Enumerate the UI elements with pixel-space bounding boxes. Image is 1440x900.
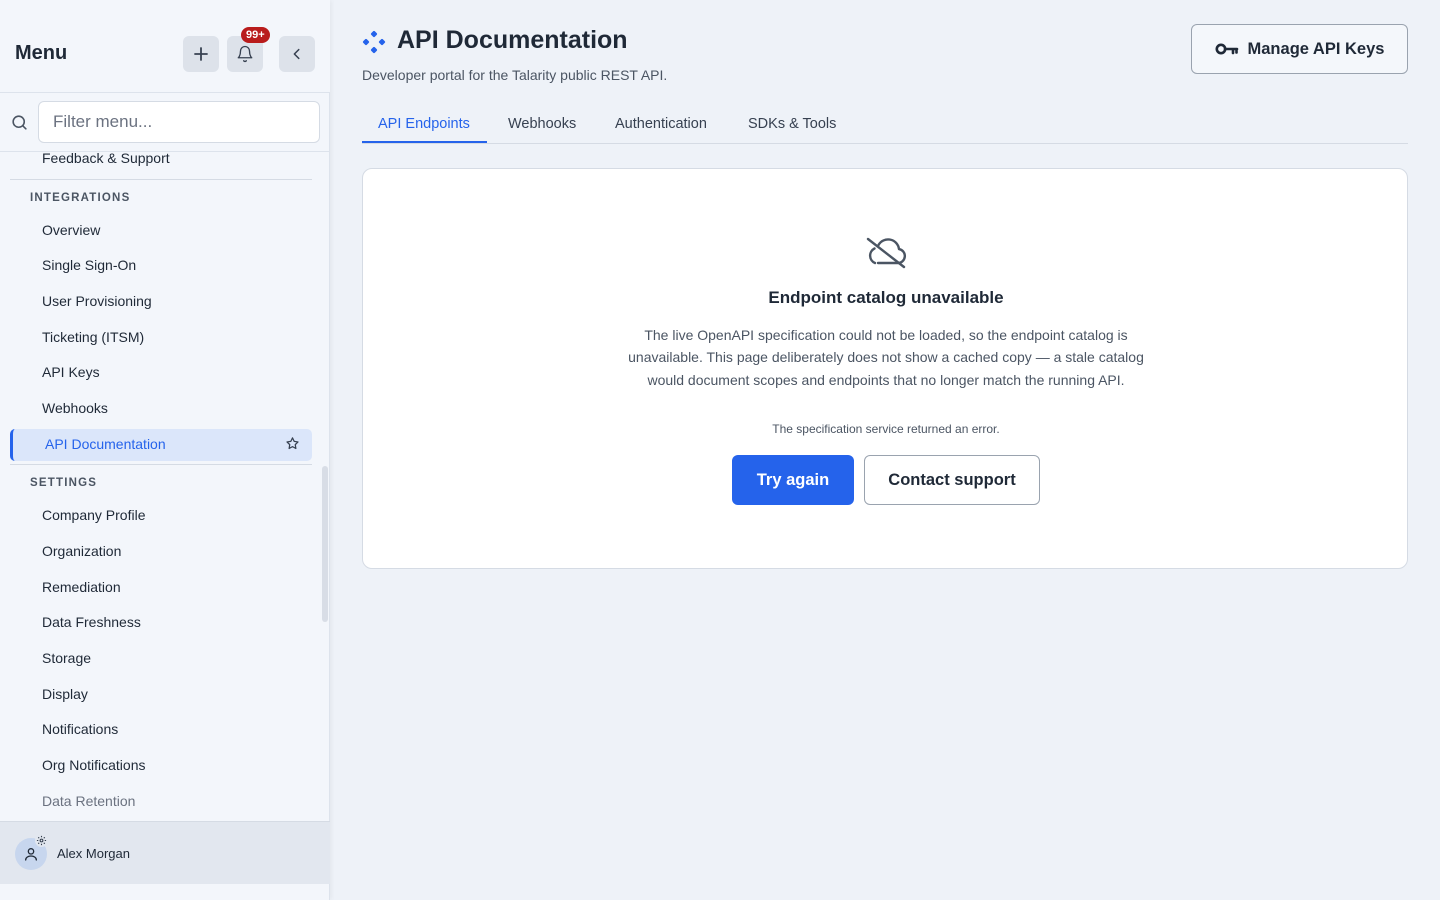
user-footer[interactable]: Alex Morgan: [0, 821, 330, 884]
sidebar-item-organization[interactable]: Organization: [42, 543, 121, 559]
sidebar-item-remediation[interactable]: Remediation: [42, 579, 121, 595]
settings-gear-icon: [35, 834, 48, 847]
key-icon: [1215, 43, 1238, 55]
sidebar-scrollbar[interactable]: [322, 466, 328, 622]
tab-sdks-tools[interactable]: SDKs & Tools: [748, 116, 836, 132]
manage-api-keys-label: Manage API Keys: [1247, 39, 1385, 58]
tab-webhooks[interactable]: Webhooks: [508, 116, 576, 132]
sidebar-item-api-keys[interactable]: API Keys: [42, 364, 100, 380]
error-card: Endpoint catalog unavailable The live Op…: [362, 168, 1408, 569]
user-icon: [25, 848, 37, 861]
sidebar-item-user-provisioning[interactable]: User Provisioning: [42, 293, 152, 309]
sidebar-nav: Feedback & Support INTEGRATIONS Overview…: [0, 152, 330, 820]
tab-api-endpoints[interactable]: API Endpoints: [378, 116, 470, 132]
contact-support-button[interactable]: Contact support: [864, 455, 1040, 505]
sidebar-item-display[interactable]: Display: [42, 686, 88, 702]
sidebar-item-notifications[interactable]: Notifications: [42, 721, 118, 737]
sidebar-header: Menu 99+: [0, 0, 330, 93]
sidebar-title: Menu: [15, 42, 68, 64]
sidebar-item-company-profile[interactable]: Company Profile: [42, 507, 146, 523]
sidebar-item-org-notifications[interactable]: Org Notifications: [42, 757, 145, 773]
tab-authentication[interactable]: Authentication: [615, 116, 707, 132]
error-title: Endpoint catalog unavailable: [768, 288, 1004, 307]
plus-icon: [194, 47, 208, 61]
tab-bar: API Endpoints Webhooks Authentication SD…: [362, 104, 1408, 144]
section-label-settings: SETTINGS: [30, 477, 98, 489]
api-diamond-icon: [362, 30, 386, 54]
filter-menu-input[interactable]: [38, 101, 320, 143]
manage-api-keys-button[interactable]: Manage API Keys: [1191, 24, 1408, 74]
notification-badge: 99+: [241, 27, 270, 43]
collapse-sidebar-button[interactable]: [279, 36, 315, 72]
active-tab-indicator: [362, 141, 487, 143]
star-icon[interactable]: [285, 436, 300, 451]
add-button[interactable]: [183, 36, 219, 72]
cloud-off-icon: [866, 237, 907, 269]
sidebar-item-ticketing[interactable]: Ticketing (ITSM): [42, 329, 144, 345]
sidebar-item-single-sign-on[interactable]: Single Sign-On: [42, 257, 136, 273]
bell-icon: [237, 45, 253, 63]
sidebar-item-data-freshness[interactable]: Data Freshness: [42, 614, 141, 630]
error-message: The live OpenAPI specification could not…: [628, 327, 1144, 388]
sidebar: Menu 99+ Feedback & Support INTEGRATIONS: [0, 0, 330, 900]
section-divider: [10, 464, 312, 465]
try-again-button[interactable]: Try again: [732, 455, 854, 505]
chevron-left-icon: [293, 48, 300, 60]
sidebar-item-label: API Documentation: [45, 436, 166, 452]
sidebar-item-feedback-support[interactable]: Feedback & Support: [42, 152, 170, 166]
page-subtitle: Developer portal for the Talarity public…: [362, 67, 668, 83]
sidebar-item-webhooks[interactable]: Webhooks: [42, 400, 108, 416]
page-title: API Documentation: [397, 26, 628, 54]
sidebar-item-api-documentation[interactable]: API Documentation: [10, 429, 312, 461]
sidebar-item-data-retention[interactable]: Data Retention: [42, 793, 135, 809]
sidebar-item-overview[interactable]: Overview: [42, 222, 100, 238]
user-name: Alex Morgan: [57, 846, 130, 861]
sidebar-item-storage[interactable]: Storage: [42, 650, 91, 666]
main-content: API Documentation Developer portal for t…: [331, 0, 1440, 900]
search-icon: [12, 115, 27, 130]
section-label-integrations: INTEGRATIONS: [30, 192, 131, 204]
error-note: The specification service returned an er…: [772, 422, 1000, 436]
section-divider: [10, 179, 312, 180]
